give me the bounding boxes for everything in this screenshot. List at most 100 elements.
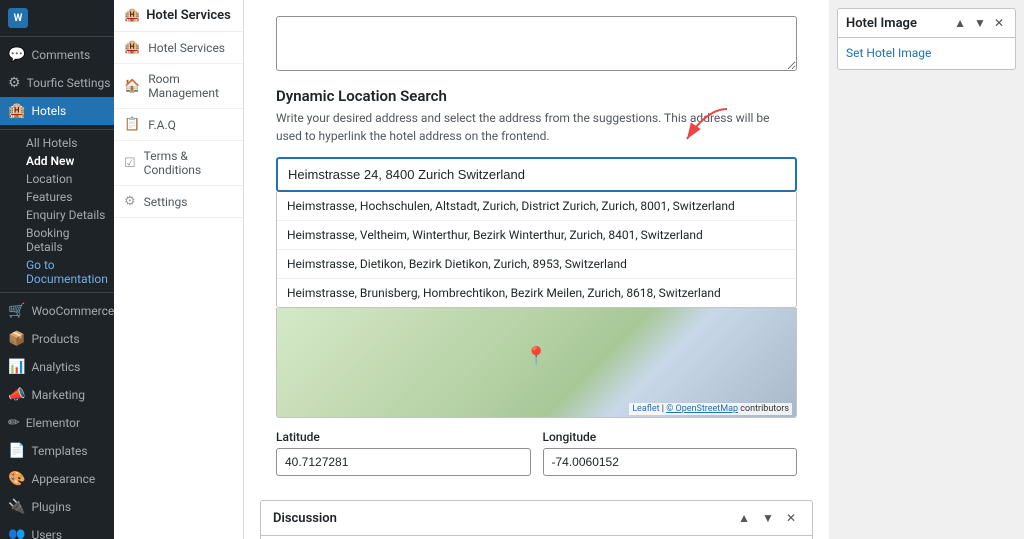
hotels-icon: 🏨 bbox=[8, 103, 25, 119]
sidebar-sub-booking[interactable]: Booking Details bbox=[0, 224, 114, 256]
plugins-icon: 🔌 bbox=[8, 499, 25, 515]
main-sidebar: W 💬 Comments ⚙ Tourfic Settings 🏨 Hotels… bbox=[0, 0, 114, 539]
suggestion-item-2[interactable]: Heimstrasse, Dietikon, Bezirk Dietikon, … bbox=[277, 250, 796, 279]
sidebar-divider-2 bbox=[0, 292, 114, 293]
sidebar-item-label: Marketing bbox=[31, 388, 85, 402]
sidebar-item-label: Users bbox=[31, 528, 62, 539]
appearance-icon: 🎨 bbox=[8, 471, 25, 487]
plugin-nav-settings[interactable]: ⚙ Settings bbox=[114, 186, 243, 218]
sidebar-sub-go-to-doc[interactable]: Go to Documentation bbox=[0, 256, 114, 288]
sidebar-item-products[interactable]: 📦 Products bbox=[0, 325, 114, 353]
users-icon: 👥 bbox=[8, 527, 25, 539]
sidebar-item-label: Analytics bbox=[31, 360, 80, 374]
sidebar-item-analytics[interactable]: 📊 Analytics bbox=[0, 353, 114, 381]
sidebar-item-tourfic[interactable]: ⚙ Tourfic Settings bbox=[0, 69, 114, 97]
discussion-header[interactable]: Discussion ▲ ▼ ✕ bbox=[261, 501, 812, 536]
sidebar-item-elementor[interactable]: ✏ Elementor bbox=[0, 409, 114, 437]
plugin-nav-faq[interactable]: 📋 F.A.Q bbox=[114, 109, 243, 141]
sidebar-item-appearance[interactable]: 🎨 Appearance bbox=[0, 465, 114, 493]
sidebar-item-hotels[interactable]: 🏨 Hotels bbox=[0, 97, 114, 125]
latitude-input[interactable] bbox=[276, 448, 531, 476]
map-container: 📍 Leaflet | © OpenStreetMap contributors bbox=[276, 308, 797, 418]
plugin-nav-room-management[interactable]: 🏠 Room Management bbox=[114, 64, 243, 109]
sidebar-item-plugins[interactable]: 🔌 Plugins bbox=[0, 493, 114, 521]
analytics-icon: 📊 bbox=[8, 359, 25, 375]
dynamic-location-section: Dynamic Location Search Write your desir… bbox=[276, 87, 797, 476]
sidebar-divider-1 bbox=[0, 129, 114, 130]
annotation-arrow bbox=[657, 104, 737, 144]
sidebar-item-label: Hotels bbox=[31, 104, 66, 118]
longitude-input[interactable] bbox=[543, 448, 798, 476]
tourfic-icon: ⚙ bbox=[8, 75, 21, 91]
discussion-collapse-up-button[interactable]: ▲ bbox=[734, 509, 754, 527]
settings-nav-icon: ⚙ bbox=[124, 194, 136, 209]
hotel-image-title: Hotel Image bbox=[846, 16, 917, 31]
sidebar-item-label: Elementor bbox=[26, 416, 80, 430]
hotel-image-close-button[interactable]: ✕ bbox=[991, 15, 1007, 31]
discussion-section: Discussion ▲ ▼ ✕ Allow comments Allow tr… bbox=[260, 500, 813, 539]
location-input-wrap: Heimstrasse, Hochschulen, Altstadt, Zuri… bbox=[276, 157, 797, 418]
plugin-nav-header-icon: 🏨 bbox=[124, 8, 140, 23]
sidebar-sub-all-hotels[interactable]: All Hotels bbox=[0, 134, 114, 152]
sidebar-item-label: Appearance bbox=[31, 472, 95, 486]
wp-logo-icon: W bbox=[8, 8, 28, 28]
main-content: Dynamic Location Search Write your desir… bbox=[244, 0, 829, 539]
osm-link[interactable]: © OpenStreetMap bbox=[666, 404, 738, 414]
plugin-nav-header: 🏨 Hotel Services bbox=[114, 0, 243, 32]
hotel-image-body: Set Hotel Image bbox=[838, 38, 1015, 69]
plugin-nav: 🏨 Hotel Services 🏨 Hotel Services 🏠 Room… bbox=[114, 0, 244, 539]
discussion-close-button[interactable]: ✕ bbox=[782, 509, 800, 527]
suggestion-item-3[interactable]: Heimstrasse, Brunisberg, Hombrechtikon, … bbox=[277, 279, 796, 307]
sidebar-item-label: Tourfic Settings bbox=[27, 76, 111, 90]
sidebar-logo: W bbox=[0, 0, 114, 37]
hotel-image-meta-box: Hotel Image ▲ ▼ ✕ Set Hotel Image bbox=[837, 8, 1016, 70]
set-hotel-image-link[interactable]: Set Hotel Image bbox=[846, 46, 931, 60]
section-description: Write your desired address and select th… bbox=[276, 109, 797, 145]
discussion-collapse-down-button[interactable]: ▼ bbox=[758, 509, 778, 527]
right-panel: Hotel Image ▲ ▼ ✕ Set Hotel Image bbox=[829, 0, 1024, 539]
sidebar-item-templates[interactable]: 📄 Templates bbox=[0, 437, 114, 465]
hotel-image-collapse-up-button[interactable]: ▲ bbox=[951, 15, 969, 31]
map-pin: 📍 bbox=[525, 346, 547, 367]
elementor-icon: ✏ bbox=[8, 415, 20, 431]
latitude-group: Latitude bbox=[276, 430, 531, 476]
sidebar-sub-location[interactable]: Location bbox=[0, 170, 114, 188]
woocommerce-icon: 🛒 bbox=[8, 303, 25, 319]
sidebar-item-woocommerce[interactable]: 🛒 WooCommerce bbox=[0, 297, 114, 325]
sidebar-item-label: Comments bbox=[31, 48, 90, 62]
plugin-nav-item-label: Terms & Conditions bbox=[144, 149, 233, 177]
plugin-nav-item-label: Room Management bbox=[148, 72, 233, 100]
location-search-input[interactable] bbox=[276, 157, 797, 192]
hotel-image-collapse-down-button[interactable]: ▼ bbox=[971, 15, 989, 31]
templates-icon: 📄 bbox=[8, 443, 25, 459]
hotel-services-icon: 🏨 bbox=[124, 40, 140, 55]
hotel-image-header: Hotel Image ▲ ▼ ✕ bbox=[838, 9, 1015, 38]
sidebar-item-label: Templates bbox=[31, 444, 87, 458]
plugin-nav-item-label: Hotel Services bbox=[148, 41, 225, 55]
products-icon: 📦 bbox=[8, 331, 25, 347]
room-management-icon: 🏠 bbox=[124, 79, 140, 94]
sidebar-sub-enquiry[interactable]: Enquiry Details bbox=[0, 206, 114, 224]
discussion-title: Discussion bbox=[273, 511, 337, 526]
suggestion-item-1[interactable]: Heimstrasse, Veltheim, Winterthur, Bezir… bbox=[277, 221, 796, 250]
plugin-nav-header-label: Hotel Services bbox=[146, 8, 231, 23]
suggestion-item-0[interactable]: Heimstrasse, Hochschulen, Altstadt, Zuri… bbox=[277, 192, 796, 221]
longitude-label: Longitude bbox=[543, 430, 798, 444]
sidebar-item-marketing[interactable]: 📣 Marketing bbox=[0, 381, 114, 409]
sidebar-item-label: Plugins bbox=[31, 500, 71, 514]
plugin-nav-hotel-services[interactable]: 🏨 Hotel Services bbox=[114, 32, 243, 64]
sidebar-sub-add-new[interactable]: Add New bbox=[0, 152, 114, 170]
hotel-image-controls: ▲ ▼ ✕ bbox=[951, 15, 1007, 31]
sidebar-sub-features[interactable]: Features bbox=[0, 188, 114, 206]
sidebar-item-users[interactable]: 👥 Users bbox=[0, 521, 114, 539]
longitude-group: Longitude bbox=[543, 430, 798, 476]
content-area: Dynamic Location Search Write your desir… bbox=[244, 0, 829, 539]
plugin-nav-item-label: F.A.Q bbox=[148, 118, 176, 132]
sidebar-item-comments[interactable]: 💬 Comments bbox=[0, 41, 114, 69]
terms-icon: ☑ bbox=[124, 156, 136, 171]
plugin-nav-terms-conditions[interactable]: ☑ Terms & Conditions bbox=[114, 141, 243, 186]
comments-icon: 💬 bbox=[8, 47, 25, 63]
section-title: Dynamic Location Search bbox=[276, 87, 797, 105]
description-textarea[interactable] bbox=[276, 16, 797, 71]
discussion-controls: ▲ ▼ ✕ bbox=[734, 509, 800, 527]
